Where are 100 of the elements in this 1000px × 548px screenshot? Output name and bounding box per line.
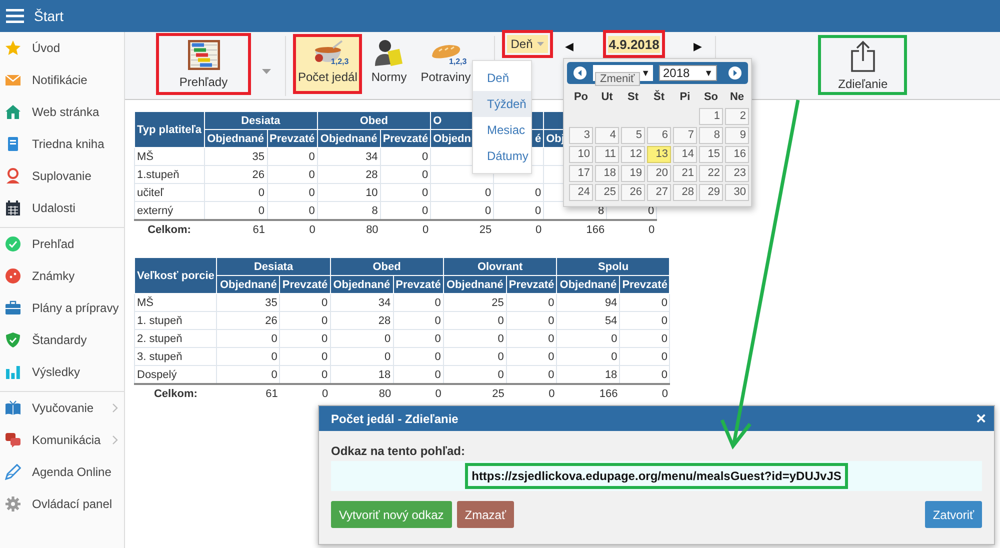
- column-header: Objednané: [216, 276, 280, 294]
- calendar-day[interactable]: 30: [725, 184, 749, 201]
- view-tab[interactable]: 1,2,3 Počet jedál: [293, 34, 362, 94]
- column-header: Typ platiteľa: [134, 112, 204, 148]
- calendar-day[interactable]: 15: [699, 146, 723, 163]
- bar-chart-icon: [5, 364, 21, 380]
- calendar-day[interactable]: 19: [621, 165, 645, 182]
- table-cell: 0: [443, 312, 506, 330]
- year-select[interactable]: 2018 ▼: [659, 65, 717, 81]
- sidebar-item[interactable]: Prehľad: [0, 228, 124, 260]
- calendar-day[interactable]: 4: [595, 127, 619, 144]
- table-cell: 0: [267, 184, 318, 202]
- calendar-day[interactable]: 26: [621, 184, 645, 201]
- table-cell: 166: [556, 384, 620, 402]
- view-tab[interactable]: 1,2,3 Potraviny: [416, 34, 476, 94]
- sidebar-item[interactable]: Web stránka: [0, 96, 124, 128]
- calendar-day[interactable]: 6: [647, 127, 671, 144]
- calendar-day[interactable]: 13: [647, 146, 671, 163]
- calendar-day[interactable]: 18: [595, 165, 619, 182]
- url-text: https://zsjedlickova.edupage.org/menu/mealsGuest?id=yDUJvJS: [464, 463, 848, 489]
- table-cell: 0: [620, 294, 670, 312]
- column-header: Prevzaté: [506, 276, 557, 294]
- sidebar-item[interactable]: Komunikácia: [0, 424, 124, 456]
- sidebar-item[interactable]: Suplovanie: [0, 160, 124, 192]
- column-header: Objednané: [443, 276, 506, 294]
- date-field[interactable]: 4.9.2018: [608, 36, 660, 52]
- calendar-day[interactable]: 5: [621, 127, 645, 144]
- delete-button[interactable]: Zmazať: [456, 501, 514, 528]
- calendar-day[interactable]: 22: [699, 165, 723, 182]
- table-cell: 0: [443, 348, 506, 366]
- next-button[interactable]: ▶: [693, 40, 702, 53]
- sidebar-item[interactable]: Výsledky: [0, 356, 124, 388]
- table-cell: 0: [380, 166, 431, 184]
- link-field[interactable]: https://zsjedlickova.edupage.org/menu/mealsGuest?id=yDUJvJS: [331, 461, 982, 491]
- calendar-day[interactable]: 16: [725, 146, 749, 163]
- previous-button[interactable]: ◀: [564, 40, 573, 53]
- column-header: Prevzaté: [280, 276, 330, 294]
- column-header: Olovrant: [443, 258, 557, 276]
- calendar-day[interactable]: 24: [569, 184, 593, 201]
- sidebar-item[interactable]: Notifikácie: [0, 64, 124, 96]
- period-dropdown[interactable]: Deň: [506, 35, 548, 53]
- calendar-day[interactable]: 23: [725, 165, 749, 182]
- calendar-day[interactable]: 17: [569, 165, 593, 182]
- menu-item[interactable]: Deň: [473, 65, 531, 91]
- number-label: 1,2,3: [448, 57, 467, 66]
- sidebar-item[interactable]: Udalosti: [0, 192, 124, 224]
- calendar-day[interactable]: 10: [569, 146, 593, 163]
- calendar-day[interactable]: 8: [699, 127, 723, 144]
- calendar-day[interactable]: 21: [673, 165, 697, 182]
- sidebar-item[interactable]: Triedna kniha: [0, 128, 124, 160]
- close-dialog-button[interactable]: Zatvoriť: [924, 501, 982, 528]
- menu-item[interactable]: Týždeň: [473, 91, 531, 117]
- table-cell: 0: [393, 294, 444, 312]
- calendar-day[interactable]: 29: [699, 184, 723, 201]
- caret-icon[interactable]: [262, 69, 271, 74]
- table-cell: 0: [380, 148, 431, 166]
- table-cell: 25: [443, 294, 506, 312]
- sidebar-item[interactable]: Známky: [0, 260, 124, 292]
- calendar-day[interactable]: 14: [673, 146, 697, 163]
- calendar-day[interactable]: 3: [569, 127, 593, 144]
- column-header: Obed: [317, 112, 431, 130]
- table-cell: 0: [216, 330, 280, 348]
- previous-month-icon[interactable]: [573, 66, 587, 80]
- calendar-day[interactable]: 1: [699, 108, 723, 125]
- calendar-day[interactable]: 7: [673, 127, 697, 144]
- abacus-icon: [188, 40, 220, 70]
- share-button[interactable]: Zdieľanie: [818, 35, 908, 95]
- table-cell: 0: [280, 312, 330, 330]
- calendar-day[interactable]: 27: [647, 184, 671, 201]
- weekday-label: St: [626, 90, 640, 105]
- table-cell: 0: [267, 220, 318, 238]
- menu-icon[interactable]: [6, 9, 24, 23]
- row-label: Celkom:: [134, 384, 217, 402]
- calendar-day[interactable]: 2: [725, 108, 749, 125]
- table-cell: 80: [330, 384, 394, 402]
- sidebar-item[interactable]: Plány a prípravy: [0, 292, 124, 324]
- sidebar-item[interactable]: Ovládací panel: [0, 488, 124, 520]
- sidebar-item[interactable]: Úvod: [0, 32, 124, 64]
- calendar-day[interactable]: 28: [673, 184, 697, 201]
- table-cell: 0: [506, 330, 557, 348]
- row-label: Dospelý: [134, 366, 217, 384]
- sidebar-item[interactable]: Štandardy: [0, 324, 124, 356]
- calendar-day[interactable]: 20: [647, 165, 671, 182]
- calendar-day[interactable]: 11: [595, 146, 619, 163]
- next-month-icon[interactable]: [728, 66, 742, 80]
- calendar-day[interactable]: 12: [621, 146, 645, 163]
- row-label: externý: [134, 202, 204, 220]
- sidebar-item[interactable]: Agenda Online: [0, 456, 124, 488]
- reports-button[interactable]: Prehľady: [156, 33, 251, 95]
- view-tab[interactable]: Normy: [366, 34, 412, 94]
- row-label: MŠ: [134, 148, 204, 166]
- close-button[interactable]: ×: [976, 410, 986, 427]
- calendar-day[interactable]: 25: [595, 184, 619, 201]
- row-label: Celkom:: [134, 220, 204, 238]
- table-cell: 0: [556, 330, 620, 348]
- sidebar-item[interactable]: Vyučovanie: [0, 392, 124, 424]
- table-cell: 0: [204, 184, 268, 202]
- calendar-day[interactable]: 9: [725, 127, 749, 144]
- table-cell: 0: [606, 220, 657, 238]
- row-label: 1. stupeň: [134, 312, 217, 330]
